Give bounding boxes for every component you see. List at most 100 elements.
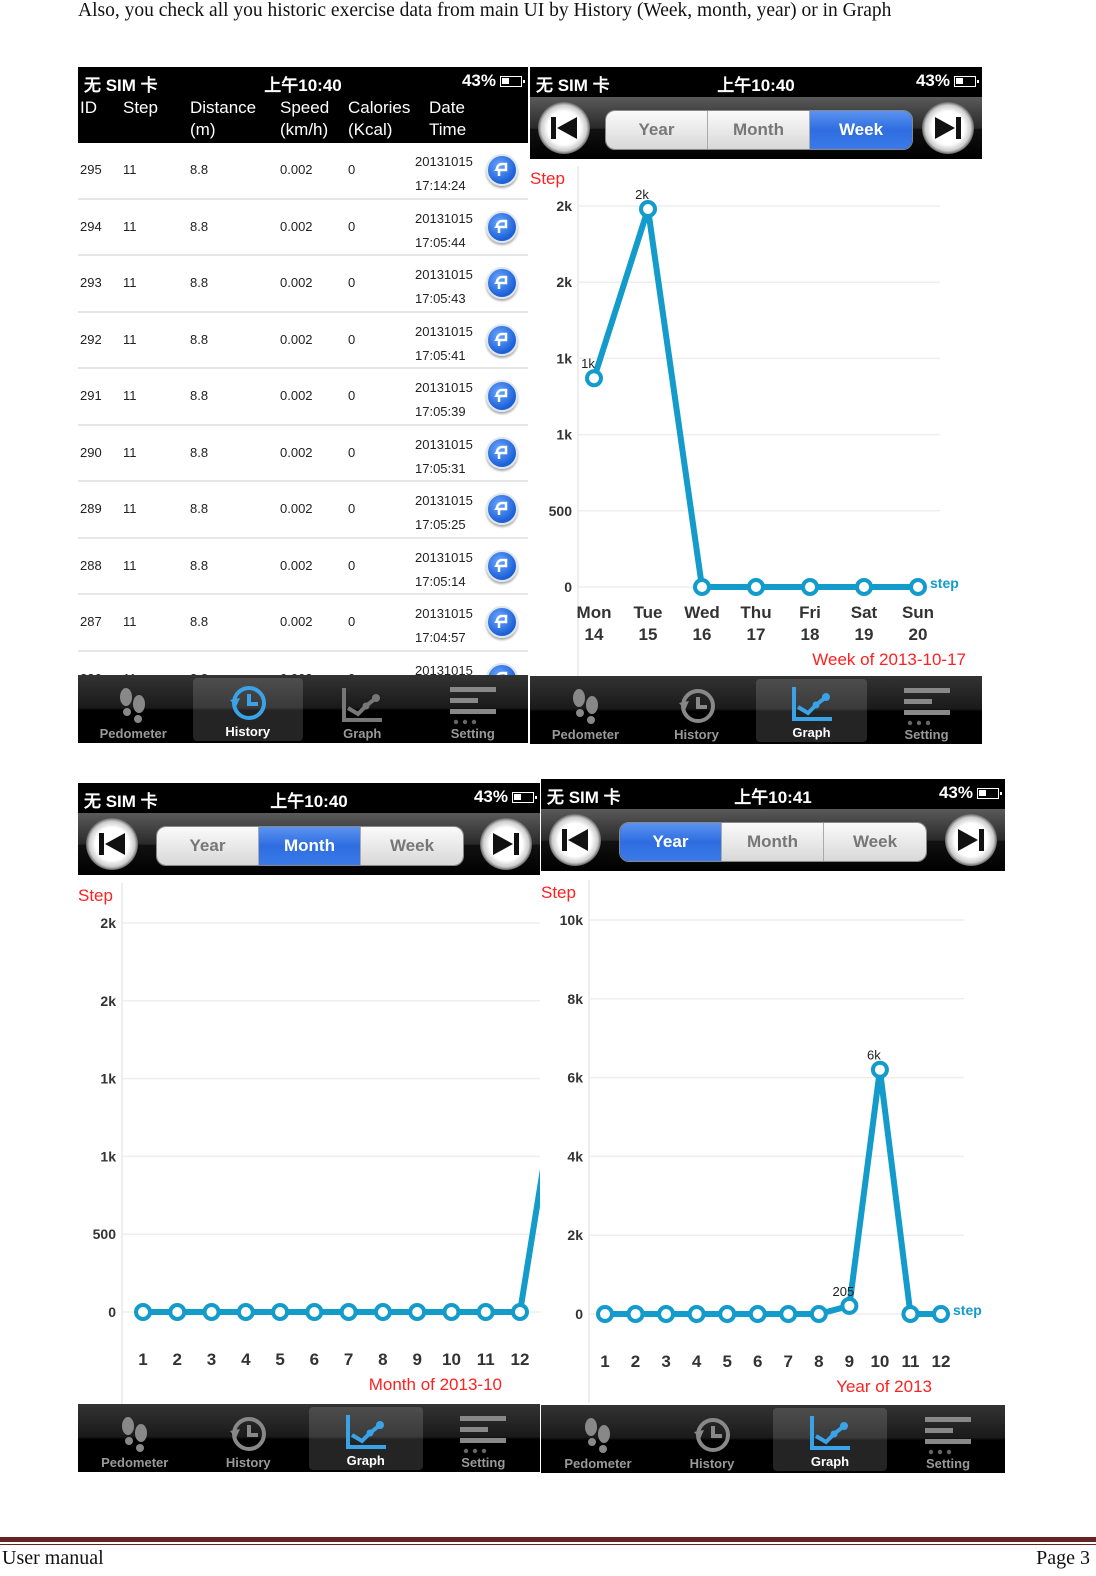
tab-history[interactable]: History	[641, 676, 752, 744]
period-segmented-control: Year Month Week	[605, 110, 913, 150]
table-row[interactable]: 289 11 8.8 0.002 0 20131015 17:05:25	[78, 482, 528, 539]
row-action-button[interactable]	[486, 210, 518, 243]
row-action-button[interactable]	[486, 323, 518, 356]
table-row[interactable]: 288 11 8.8 0.002 0 20131015 17:05:14	[78, 539, 528, 595]
cell-time: 17:05:31	[415, 460, 466, 476]
table-row[interactable]: 287 11 8.8 0.002 0 20131015 17:04:57	[78, 595, 528, 652]
chart-title: Year of 2013	[836, 1377, 932, 1396]
cell-step: 11	[123, 501, 137, 516]
tab-pedometer[interactable]: Pedometer	[541, 1405, 655, 1473]
tab-pedometer[interactable]: Pedometer	[78, 675, 189, 743]
row-action-button[interactable]	[486, 380, 518, 412]
row-action-button[interactable]	[486, 493, 518, 525]
tab-label: History	[689, 1456, 735, 1471]
next-button[interactable]	[922, 102, 974, 154]
row-action-button[interactable]	[486, 154, 518, 186]
next-button[interactable]	[945, 814, 997, 866]
data-point	[134, 1303, 152, 1321]
y-tick-label: 4k	[567, 1148, 583, 1164]
period-nav: Year Month Week	[78, 813, 540, 875]
battery-icon	[977, 787, 1002, 799]
segment-month[interactable]: Month	[722, 823, 824, 861]
history-screen: 无 SIM 卡 上午10:40 43% ID Step Distance (m) …	[78, 67, 528, 743]
segment-week[interactable]: Week	[810, 111, 912, 149]
tab-history[interactable]: History	[192, 678, 303, 741]
cell-time: 17:05:14	[415, 573, 466, 589]
row-action-button[interactable]	[486, 606, 518, 638]
y-tick-label: 6k	[567, 1070, 583, 1086]
next-button[interactable]	[480, 818, 532, 870]
x-tick-label: 1	[138, 1350, 147, 1369]
cell-speed: 0.002	[280, 162, 313, 177]
cell-calories: 0	[348, 162, 356, 177]
tab-setting[interactable]: Setting	[871, 676, 982, 744]
history-clock-icon	[694, 1418, 730, 1452]
tab-label: Pedometer	[101, 1455, 169, 1470]
x-tick-label: 12	[932, 1352, 951, 1371]
previous-button[interactable]	[86, 818, 138, 870]
table-row[interactable]: 293 11 8.8 0.002 0 20131015 17:05:43	[78, 256, 528, 313]
cell-calories: 0	[348, 501, 356, 516]
previous-button[interactable]	[538, 102, 590, 154]
previous-button[interactable]	[549, 814, 601, 866]
cell-date: 20131015	[415, 323, 473, 339]
x-tick-label: 10	[442, 1350, 461, 1369]
table-row[interactable]: 291 11 8.8 0.002 0 20131015 17:05:39	[78, 369, 528, 426]
battery-percent: 43%	[915, 71, 950, 90]
data-point	[585, 369, 603, 388]
tab-history[interactable]: History	[655, 1405, 769, 1473]
x-tick-label: 14	[585, 625, 604, 644]
x-tick-label: 17	[747, 625, 766, 644]
tab-bar: Pedometer History Graph Setting	[541, 1405, 1005, 1473]
segment-year[interactable]: Year	[620, 823, 722, 861]
history-clock-icon	[678, 689, 715, 723]
tab-pedometer[interactable]: Pedometer	[78, 1404, 192, 1472]
cell-time: 17:05:25	[415, 517, 466, 532]
skip-forward-icon	[493, 833, 519, 855]
table-row[interactable]: 292 11 8.8 0.002 0 20131015 17:05:41	[78, 313, 528, 369]
cell-date: 20131015	[415, 380, 473, 395]
cell-id: 293	[80, 275, 102, 290]
cell-distance: 8.8	[190, 614, 209, 629]
x-tick-label: 11	[901, 1352, 919, 1371]
x-tick-label: 5	[722, 1352, 731, 1371]
data-point	[408, 1303, 427, 1321]
tab-graph[interactable]: Graph	[307, 675, 418, 743]
table-row[interactable]: 290 11 8.8 0.002 0 20131015 17:05:31	[78, 426, 528, 482]
tab-setting[interactable]: Setting	[418, 675, 529, 743]
tab-pedometer[interactable]: Pedometer	[530, 676, 641, 744]
y-tick-label: 1k	[556, 427, 572, 443]
year-chart: Step 0 2k 4k 6k 8k 10k 1 2 3 4 5 6 7 8 205 9 6k 10 11 12 step…	[541, 871, 1005, 1403]
row-action-button[interactable]	[486, 549, 518, 582]
y-tick-label: 2k	[100, 993, 116, 1009]
tab-graph[interactable]: Graph	[756, 679, 867, 742]
week-line-chart: Step 0 500 1k 1k 2k 2k 1k Mon 14 2k Tue 15 Wed 16 Thu 17…	[530, 166, 966, 676]
cell-id: 291	[80, 388, 102, 403]
data-label: 1k	[581, 356, 595, 371]
battery-icon	[500, 75, 525, 87]
cell-step: 11	[123, 614, 137, 629]
month-chart: Step 0 500 1k 1k 2k 2k 1 2 3 4 5 6 7 8 9 10 11 12 Month of …	[78, 875, 540, 1405]
segment-week[interactable]: Week	[361, 827, 463, 865]
row-action-button[interactable]	[486, 436, 518, 469]
x-tick-label: 10	[870, 1352, 889, 1371]
cell-datetime: 20131015 17:14:24	[415, 150, 473, 198]
tab-graph[interactable]: Graph	[773, 1408, 887, 1471]
segment-year[interactable]: Year	[606, 111, 708, 149]
segment-month[interactable]: Month	[708, 111, 810, 149]
segment-week[interactable]: Week	[824, 823, 926, 861]
data-label: 6k	[867, 1048, 881, 1063]
tab-graph[interactable]: Graph	[309, 1407, 423, 1470]
share-arrow-icon	[494, 501, 508, 515]
tab-history[interactable]: History	[192, 1404, 306, 1472]
row-action-button[interactable]	[486, 267, 518, 299]
table-row[interactable]: 294 11 8.8 0.002 0 20131015 17:05:44	[78, 200, 528, 256]
segment-year[interactable]: Year	[157, 827, 259, 865]
table-header: ID Step Distance (m) Speed (km/h) Calories…	[78, 97, 528, 143]
cell-date: 20131015	[415, 267, 473, 282]
tab-setting[interactable]: Setting	[891, 1405, 1005, 1473]
table-row[interactable]: 295 11 8.8 0.002 0 20131015 17:14:24	[78, 143, 528, 200]
graph-icon	[342, 688, 383, 722]
segment-month[interactable]: Month	[259, 827, 361, 865]
tab-setting[interactable]: Setting	[427, 1404, 541, 1472]
